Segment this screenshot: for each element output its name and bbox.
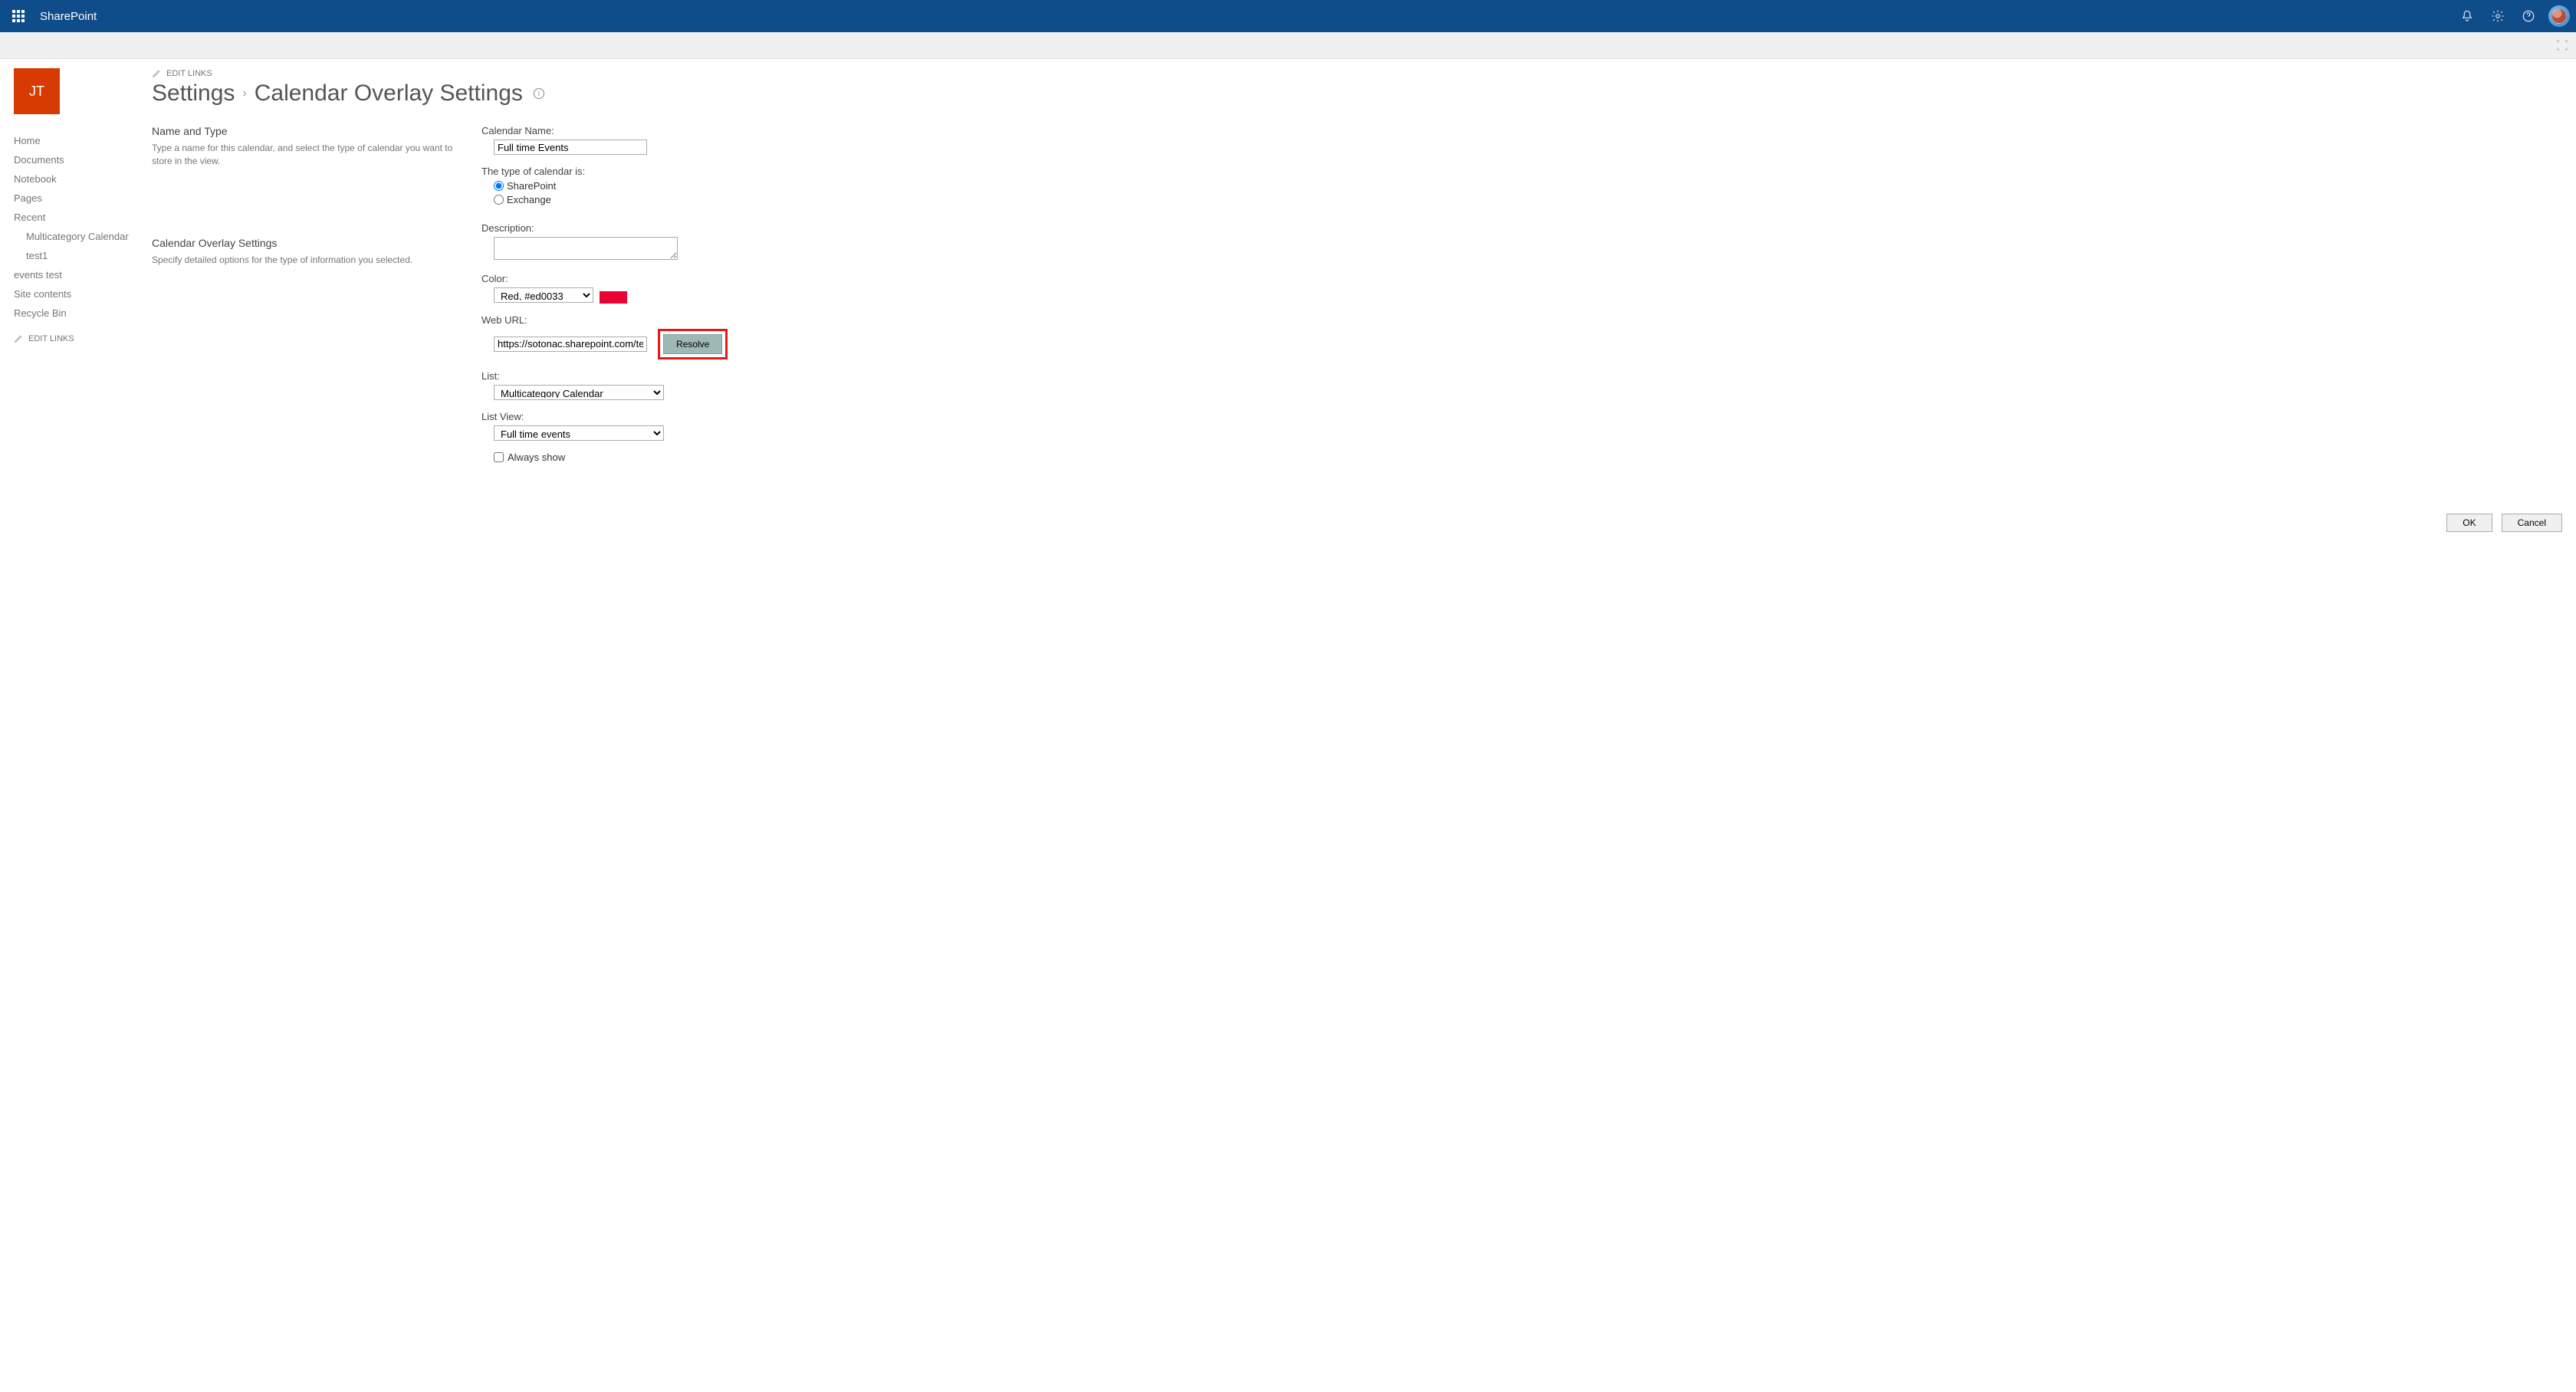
suite-header: SharePoint (0, 0, 2576, 32)
page-title: Calendar Overlay Settings (255, 80, 523, 107)
calendar-name-label: Calendar Name: (481, 125, 2562, 136)
nav-documents[interactable]: Documents (14, 150, 152, 169)
pencil-icon (152, 68, 162, 78)
user-avatar[interactable] (2548, 5, 2570, 27)
edit-links-top-button[interactable]: EDIT LINKS (152, 68, 2487, 78)
site-logo[interactable]: JT (14, 68, 60, 114)
radio-exchange[interactable] (494, 195, 504, 205)
always-show-label: Always show (508, 451, 565, 463)
left-column: JT Home Documents Notebook Pages Recent … (14, 68, 152, 474)
section-descriptions: Name and Type Type a name for this calen… (152, 125, 481, 474)
color-swatch (600, 291, 627, 304)
description-label: Description: (481, 222, 2562, 234)
nav-recycle-bin[interactable]: Recycle Bin (14, 304, 152, 323)
focus-content-icon[interactable] (2556, 39, 2568, 51)
nav-recent-item[interactable]: Multicategory Calendar (14, 227, 152, 246)
calendar-name-input[interactable] (494, 140, 647, 155)
list-view-select[interactable]: Full time events (494, 425, 664, 441)
breadcrumb: Settings › Calendar Overlay Settings i (152, 80, 2487, 107)
web-url-label: Web URL: (481, 314, 2562, 326)
info-icon[interactable]: i (534, 88, 544, 99)
edit-links-top-label: EDIT LINKS (166, 69, 212, 78)
list-select[interactable]: Multicategory Calendar (494, 385, 664, 400)
nav-site-contents[interactable]: Site contents (14, 284, 152, 304)
nav-events-test[interactable]: events test (14, 265, 152, 284)
edit-links-label: EDIT LINKS (28, 334, 74, 343)
section-name-type-title: Name and Type (152, 125, 463, 137)
calendar-type-label: The type of calendar is: (481, 166, 2562, 177)
breadcrumb-settings-link[interactable]: Settings (152, 80, 235, 107)
ribbon-bar (0, 32, 2576, 59)
web-url-input[interactable] (494, 337, 647, 352)
nav-notebook[interactable]: Notebook (14, 169, 152, 189)
edit-links-button[interactable]: EDIT LINKS (14, 333, 152, 343)
section-name-type-desc: Type a name for this calendar, and selec… (152, 142, 463, 168)
page-content: JT Home Documents Notebook Pages Recent … (0, 59, 2576, 488)
breadcrumb-separator: › (242, 87, 246, 100)
color-label: Color: (481, 273, 2562, 284)
section-overlay-desc: Specify detailed options for the type of… (152, 254, 463, 267)
nav-pages[interactable]: Pages (14, 189, 152, 208)
nav-home[interactable]: Home (14, 131, 152, 150)
resolve-button[interactable]: Resolve (663, 334, 722, 354)
nav-recent[interactable]: Recent (14, 208, 152, 227)
app-launcher-icon[interactable] (6, 4, 31, 28)
form-column: Calendar Name: The type of calendar is: … (481, 125, 2562, 474)
resolve-highlight-box: Resolve (658, 329, 728, 359)
always-show-checkbox[interactable] (494, 452, 504, 462)
notifications-icon[interactable] (2452, 1, 2482, 31)
list-view-label: List View: (481, 411, 2562, 422)
radio-sharepoint[interactable] (494, 181, 504, 191)
radio-exchange-label: Exchange (507, 194, 551, 205)
description-input[interactable] (494, 237, 678, 260)
settings-gear-icon[interactable] (2482, 1, 2513, 31)
footer-buttons: OK Cancel (0, 488, 2576, 546)
color-select[interactable]: Red, #ed0033 (494, 287, 593, 303)
list-label: List: (481, 370, 2562, 382)
app-name[interactable]: SharePoint (40, 10, 97, 23)
cancel-button[interactable]: Cancel (2502, 514, 2562, 532)
section-overlay-title: Calendar Overlay Settings (152, 237, 463, 249)
radio-sharepoint-label: SharePoint (507, 180, 556, 192)
help-icon[interactable] (2513, 1, 2544, 31)
pencil-icon (14, 333, 24, 343)
ok-button[interactable]: OK (2446, 514, 2492, 532)
nav-recent-item[interactable]: test1 (14, 246, 152, 265)
